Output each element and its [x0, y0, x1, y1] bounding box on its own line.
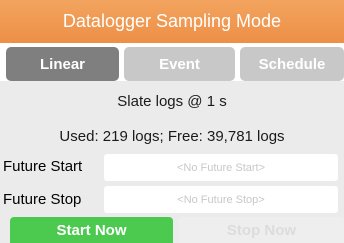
tab-event[interactable]: Event [124, 47, 235, 81]
title-bar: Datalogger Sampling Mode [0, 0, 344, 43]
sampling-rate-text: Slate logs @ 1 s [117, 93, 227, 110]
tab-event-label: Event [159, 55, 200, 73]
tab-linear[interactable]: Linear [6, 47, 119, 81]
future-start-label: Future Start [3, 158, 83, 175]
stop-now-label: Stop Now [226, 221, 297, 239]
start-now-label: Start Now [56, 221, 127, 239]
future-start-field[interactable]: <No Future Start> [104, 154, 338, 181]
log-usage-text: Used: 219 logs; Free: 39,781 logs [59, 128, 285, 145]
future-stop-field[interactable]: <No Future Stop> [104, 186, 338, 213]
future-stop-placeholder: <No Future Stop> [177, 193, 265, 206]
future-stop-label: Future Stop [3, 191, 82, 208]
future-start-placeholder: <No Future Start> [176, 161, 266, 174]
mode-tab-bar: Linear Event Schedule [0, 43, 344, 81]
stop-now-button: Stop Now [179, 217, 344, 243]
start-now-button[interactable]: Start Now [10, 217, 173, 243]
tab-linear-label: Linear [39, 55, 85, 73]
tab-schedule[interactable]: Schedule [240, 47, 344, 81]
tab-schedule-label: Schedule [258, 55, 326, 73]
page-title: Datalogger Sampling Mode [62, 11, 282, 31]
